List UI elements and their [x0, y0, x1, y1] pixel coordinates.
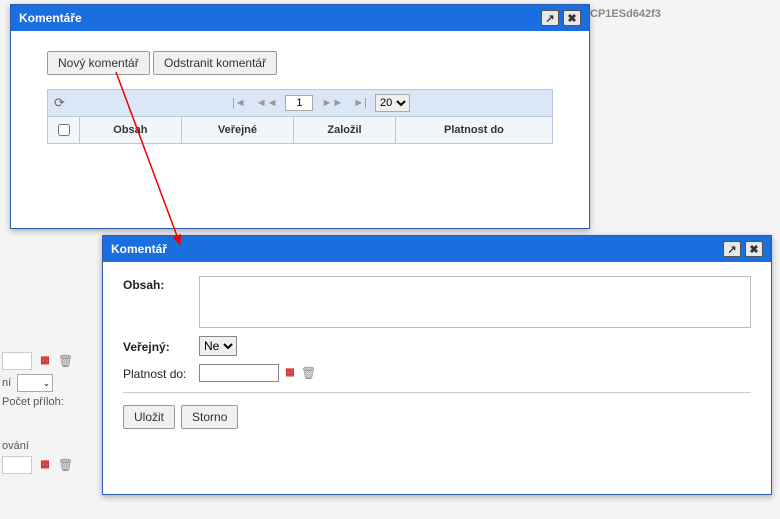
label-platnost: Platnost do: [123, 365, 199, 381]
col-platnost: Platnost do [395, 117, 552, 144]
pager-prev-icon[interactable]: ◄◄ [254, 97, 280, 109]
comments-table: Obsah Veřejné Založil Platnost do [47, 117, 553, 144]
pager: ⟳ |◄ ◄◄ ►► ►| 20 [47, 89, 553, 117]
verejny-select[interactable]: Ne [199, 336, 237, 356]
dialog-title-text: Komentář [111, 242, 167, 256]
cancel-button[interactable]: Storno [181, 405, 238, 429]
trash-icon[interactable]: 🗑 [301, 366, 315, 380]
bg-input-2[interactable] [2, 456, 32, 474]
calendar-icon[interactable]: ▦ [283, 366, 297, 380]
close-button[interactable]: ✖ [745, 241, 763, 257]
comment-edit-dialog: Komentář ↗ ✖ Obsah: Veřejný: Ne Platnost… [102, 235, 772, 495]
col-zalozil: Založil [294, 117, 396, 144]
divider [123, 392, 751, 393]
pager-first-icon[interactable]: |◄ [230, 97, 248, 109]
dialog-titlebar: Komentář ↗ ✖ [103, 236, 771, 262]
label-obsah: Obsah: [123, 276, 199, 292]
label-verejny: Veřejný: [123, 338, 199, 354]
calendar-icon[interactable]: ▦ [38, 354, 52, 368]
new-comment-button[interactable]: Nový komentář [47, 51, 150, 75]
col-obsah: Obsah [80, 117, 182, 144]
trash-icon[interactable]: 🗑 [58, 354, 72, 368]
comments-dialog: Komentáře ↗ ✖ Nový komentář Odstranit ko… [10, 4, 590, 229]
save-button[interactable]: Uložit [123, 405, 175, 429]
dialog-title-text: Komentáře [19, 11, 82, 25]
pager-page-input[interactable] [285, 95, 313, 111]
bg-section-label: ování [2, 440, 29, 452]
pager-size-select[interactable]: 20 [375, 94, 410, 112]
maximize-button[interactable]: ↗ [541, 10, 559, 26]
background-code: CP1ESd642f3 [590, 8, 661, 20]
refresh-icon[interactable]: ⟳ [54, 95, 65, 111]
trash-icon[interactable]: 🗑 [58, 458, 72, 472]
bg-select-label: ní [2, 377, 11, 389]
pager-next-icon[interactable]: ►► [319, 97, 345, 109]
pager-last-icon[interactable]: ►| [351, 97, 369, 109]
platnost-input[interactable] [199, 364, 279, 382]
close-button[interactable]: ✖ [563, 10, 581, 26]
bg-select[interactable]: ⌄ [17, 374, 53, 392]
obsah-textarea[interactable] [199, 276, 751, 328]
col-verejne: Veřejné [181, 117, 293, 144]
delete-comment-button[interactable]: Odstranit komentář [153, 51, 277, 75]
bg-input[interactable] [2, 352, 32, 370]
select-all-checkbox[interactable] [58, 124, 70, 136]
maximize-button[interactable]: ↗ [723, 241, 741, 257]
bg-count-label: Počet příloh: [2, 396, 64, 408]
calendar-icon[interactable]: ▦ [38, 458, 52, 472]
dialog-titlebar: Komentáře ↗ ✖ [11, 5, 589, 31]
